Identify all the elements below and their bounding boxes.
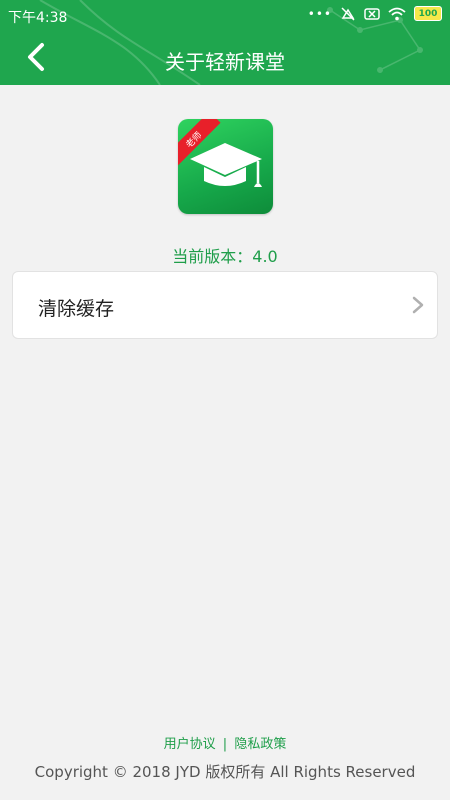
status-bar: 下午4:38 ••• 100 xyxy=(0,0,450,30)
clear-cache-row[interactable]: 清除缓存 xyxy=(12,271,438,339)
wifi-icon xyxy=(388,7,406,20)
app-header: 下午4:38 ••• 100 关于轻新课堂 xyxy=(0,0,450,85)
chevron-right-icon xyxy=(412,296,424,314)
graduation-cap-icon xyxy=(190,143,262,187)
battery-indicator: 100 xyxy=(414,6,442,21)
status-time: 下午4:38 xyxy=(8,10,68,26)
sim-off-icon xyxy=(364,7,380,20)
page-title: 关于轻新课堂 xyxy=(165,50,285,74)
footer-links: 用户协议 | 隐私政策 xyxy=(0,733,450,752)
version-text: 当前版本：4.0 xyxy=(172,247,278,266)
status-icons: ••• 100 xyxy=(308,6,442,21)
privacy-policy-link[interactable]: 隐私政策 xyxy=(234,737,286,752)
copyright-text: Copyright © 2018 JYD 版权所有 All Rights Res… xyxy=(34,763,416,781)
user-agreement-link[interactable]: 用户协议 xyxy=(164,737,216,752)
links-separator: | xyxy=(222,737,228,752)
more-dots-icon: ••• xyxy=(307,6,332,21)
app-logo: 老师 xyxy=(178,119,273,214)
mute-icon xyxy=(341,6,355,21)
clear-cache-label: 清除缓存 xyxy=(38,298,115,320)
